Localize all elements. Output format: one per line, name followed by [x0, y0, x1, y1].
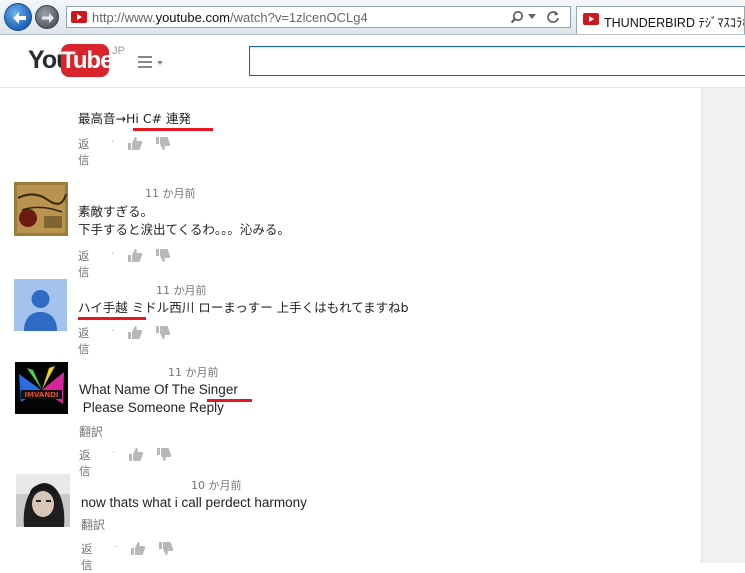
forward-button[interactable] — [35, 5, 59, 29]
refresh-icon[interactable] — [546, 10, 560, 24]
separator-dot: · — [111, 247, 115, 260]
url-path: /watch?v=1zlcenOCLg4 — [230, 10, 368, 25]
back-arrow-icon — [13, 12, 26, 24]
reply-button[interactable]: 返信 — [78, 325, 90, 357]
comment-text: now thats what i call perdect harmony — [81, 495, 307, 510]
back-button[interactable] — [4, 3, 32, 31]
sidebar-gutter — [701, 88, 745, 563]
browser-tab[interactable]: THUNDERBIRD ﾃｼﾞﾏｽｺﾗﾎ... — [576, 6, 745, 34]
browser-toolbar: http://www.youtube.com/watch?v=1zlcenOCL… — [0, 0, 745, 35]
thumbs-up-icon[interactable] — [127, 248, 143, 263]
comment-timestamp: 10 か月前 — [191, 479, 242, 492]
avatar[interactable] — [16, 474, 70, 527]
thumbs-down-icon[interactable] — [155, 325, 171, 340]
comment-text: 最高音→Hi C# 連発 — [78, 111, 191, 126]
thumbs-up-icon[interactable] — [130, 541, 146, 556]
comment-text: Please Someone Reply — [79, 400, 224, 415]
tab-title: THUNDERBIRD ﾃｼﾞﾏｽｺﾗﾎ... — [604, 16, 745, 30]
youtube-favicon-icon — [71, 11, 87, 23]
comment-timestamp: 11 か月前 — [168, 366, 219, 379]
thumbs-up-icon[interactable] — [128, 447, 144, 462]
avatar[interactable] — [14, 182, 68, 236]
logo-tube: Tube — [61, 44, 114, 77]
comment-text: 下手すると涙出てくるわ。。。沁みる。 — [78, 222, 290, 237]
search-icon[interactable] — [510, 10, 524, 24]
separator-dot: · — [112, 446, 116, 459]
reply-button[interactable]: 返信 — [81, 541, 93, 573]
address-bar[interactable]: http://www.youtube.com/watch?v=1zlcenOCL… — [66, 6, 571, 28]
chevron-down-icon — [157, 61, 163, 65]
translate-link[interactable]: 翻訳 — [79, 423, 103, 440]
reply-button[interactable]: 返信 — [78, 136, 90, 168]
comment-timestamp: 11 か月前 — [145, 187, 196, 200]
thumbs-down-icon[interactable] — [158, 541, 174, 556]
separator-dot: · — [111, 135, 115, 148]
thumbs-down-icon[interactable] — [155, 248, 171, 263]
comment-text: 素敵すぎる。 — [78, 204, 154, 219]
youtube-header: You Tube JP — [0, 35, 745, 88]
thumbs-down-icon[interactable] — [156, 447, 172, 462]
comment-text: ハイ手越 ミドル西川 ローまっすー 上手くはもれてますねb — [78, 300, 409, 315]
avatar[interactable] — [14, 279, 67, 331]
guide-menu-button[interactable] — [138, 56, 166, 70]
thumbs-up-icon[interactable] — [127, 325, 143, 340]
search-input[interactable] — [249, 46, 745, 76]
thumbs-down-icon[interactable] — [155, 136, 171, 151]
comment-text: What Name Of The Singer — [79, 382, 238, 397]
url-host: youtube.com — [155, 10, 231, 25]
url-text: http://www.youtube.com/watch?v=1zlcenOCL… — [92, 10, 368, 25]
translate-link[interactable]: 翻訳 — [81, 516, 105, 533]
comment-timestamp: 11 か月前 — [156, 284, 207, 297]
annotation-underline — [78, 317, 146, 320]
separator-dot: · — [114, 540, 118, 553]
url-prefix: http://www. — [92, 10, 156, 25]
dropdown-arrow-icon[interactable] — [528, 14, 536, 20]
separator-dot: · — [111, 324, 115, 337]
reply-button[interactable]: 返信 — [78, 248, 90, 280]
annotation-underline — [133, 128, 213, 131]
forward-arrow-icon — [42, 13, 54, 23]
youtube-favicon-icon — [583, 13, 599, 25]
region-label: JP — [112, 45, 125, 57]
reply-button[interactable]: 返信 — [79, 447, 91, 479]
avatar[interactable]: IMVANDI — [15, 362, 68, 414]
svg-text:IMVANDI: IMVANDI — [24, 391, 58, 399]
thumbs-up-icon[interactable] — [127, 136, 143, 151]
